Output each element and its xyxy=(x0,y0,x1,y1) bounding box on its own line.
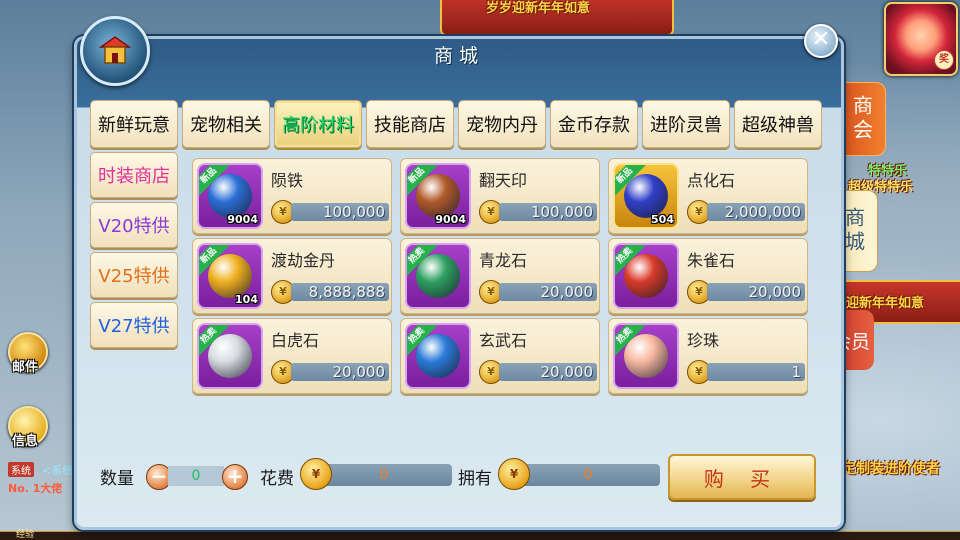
item-price: 100,000 xyxy=(530,203,593,221)
quantity-input[interactable]: 0 xyxy=(168,466,224,486)
item-stock-count: 504 xyxy=(651,213,674,226)
side-shop-tab-3[interactable]: V25特供 xyxy=(90,252,178,298)
category-tab-2[interactable]: 宠物相关 xyxy=(182,100,270,148)
item-icon: 热卖 xyxy=(405,243,471,309)
ingot-owned-icon: ¥ xyxy=(498,458,530,490)
item-price: 1 xyxy=(791,363,801,381)
cost-value: 0 xyxy=(316,464,452,486)
item-icon: 新品 504 xyxy=(613,163,679,229)
category-tab-7[interactable]: 进阶灵兽 xyxy=(642,100,730,148)
item-icon: 热卖 xyxy=(197,323,263,389)
owned-label: 拥有 xyxy=(458,469,492,489)
item-gem-icon xyxy=(208,334,252,378)
item-price-bar: 20,000 xyxy=(499,363,597,381)
item-gem-icon xyxy=(624,174,668,218)
item-stock-count: 9004 xyxy=(435,213,466,226)
item-price-bar: 8,888,888 xyxy=(291,283,389,301)
mail-label: 邮件 xyxy=(12,360,39,375)
item-icon: 热卖 xyxy=(613,323,679,389)
quantity-label: 数量 xyxy=(100,469,134,489)
item-gem-icon xyxy=(208,174,252,218)
item-name: 青龙石 xyxy=(479,251,528,270)
shop-item-card[interactable]: 热卖 玄武石 ¥20,000 xyxy=(400,318,600,394)
item-price: 20,000 xyxy=(540,283,594,301)
item-price: 20,000 xyxy=(332,363,386,381)
item-icon: 新品 9004 xyxy=(197,163,263,229)
banner-top-text: 岁岁迎新年年如意 xyxy=(486,1,591,16)
side-shop-tab-4[interactable]: V27特供 xyxy=(90,302,178,348)
shop-logo-icon xyxy=(80,16,150,86)
item-name: 白虎石 xyxy=(271,331,320,350)
avatar-badge: 奖 xyxy=(934,50,954,70)
item-name: 翻天印 xyxy=(479,171,528,190)
item-name: 渡劫金丹 xyxy=(271,251,336,270)
shop-item-card[interactable]: 热卖 白虎石 ¥20,000 xyxy=(192,318,392,394)
chat-system-text: <系统 xyxy=(42,464,74,477)
category-tab-4[interactable]: 技能商店 xyxy=(366,100,454,148)
item-price: 100,000 xyxy=(322,203,385,221)
close-button[interactable]: ✕ xyxy=(804,24,838,58)
item-name: 玄武石 xyxy=(479,331,528,350)
owned-value: 0 xyxy=(516,464,660,486)
shop-item-card[interactable]: 热卖 青龙石 ¥20,000 xyxy=(400,238,600,314)
shop-item-card[interactable]: 热卖 珍珠 ¥1 xyxy=(608,318,808,394)
item-icon: 新品 9004 xyxy=(405,163,471,229)
shop-item-card[interactable]: 新品 9004 翻天印 ¥100,000 xyxy=(400,158,600,234)
item-name: 陨铁 xyxy=(271,171,304,190)
item-name: 点化石 xyxy=(687,171,736,190)
item-price-bar: 20,000 xyxy=(499,283,597,301)
item-gem-icon xyxy=(416,174,460,218)
shop-title: 商城 xyxy=(433,45,484,67)
category-tab-6[interactable]: 金币存款 xyxy=(550,100,638,148)
item-gem-icon xyxy=(624,334,668,378)
item-price: 2,000,000 xyxy=(724,203,801,221)
item-price-bar: 2,000,000 xyxy=(707,203,805,221)
item-icon: 热卖 xyxy=(405,323,471,389)
item-price-bar: 20,000 xyxy=(707,283,805,301)
item-icon: 新品 104 xyxy=(197,243,263,309)
category-tab-1[interactable]: 新鲜玩意 xyxy=(90,100,178,148)
side-shop-tab-2[interactable]: V20特供 xyxy=(90,202,178,248)
ingot-currency-icon: ¥ xyxy=(300,458,332,490)
item-icon: 热卖 xyxy=(613,243,679,309)
info-label: 信息 xyxy=(12,434,39,449)
item-price: 20,000 xyxy=(748,283,802,301)
category-tab-3[interactable]: 高阶材料 xyxy=(274,100,362,148)
item-price: 8,888,888 xyxy=(308,283,385,301)
item-price-bar: 100,000 xyxy=(291,203,389,221)
item-stock-count: 104 xyxy=(235,293,258,306)
chat-rank-text: No. 1大佬 xyxy=(8,482,63,495)
category-tab-5[interactable]: 宠物内丹 xyxy=(458,100,546,148)
shop-item-card[interactable]: 新品 9004 陨铁 ¥100,000 xyxy=(192,158,392,234)
shop-item-card[interactable]: 新品 104 渡劫金丹 ¥8,888,888 xyxy=(192,238,392,314)
shop-item-card[interactable]: 热卖 朱雀石 ¥20,000 xyxy=(608,238,808,314)
item-name: 朱雀石 xyxy=(687,251,736,270)
item-price: 20,000 xyxy=(540,363,594,381)
category-tab-8[interactable]: 超级神兽 xyxy=(734,100,822,148)
buy-button[interactable]: 购 买 xyxy=(668,454,816,500)
item-gem-icon xyxy=(208,254,252,298)
item-gem-icon xyxy=(416,254,460,298)
item-stock-count: 9004 xyxy=(227,213,258,226)
item-price-bar: 20,000 xyxy=(291,363,389,381)
chat-system-tag: 系统 xyxy=(8,462,34,477)
side-shop-tab-1[interactable]: 时装商店 xyxy=(90,152,178,198)
quantity-increase-button[interactable]: + xyxy=(222,464,248,490)
item-gem-icon xyxy=(416,334,460,378)
item-gem-icon xyxy=(624,254,668,298)
banner-right-text: 迎新年年如意 xyxy=(846,296,925,311)
enjoy-text: 特特乐 xyxy=(868,164,908,179)
item-price-bar: 100,000 xyxy=(499,203,597,221)
item-price-bar: 1 xyxy=(707,363,805,381)
side-tab-guild-shop[interactable]: 商会 xyxy=(838,82,886,156)
item-name: 珍珠 xyxy=(687,331,720,350)
exp-label: 经验 xyxy=(16,530,35,540)
shop-item-card[interactable]: 新品 504 点化石 ¥2,000,000 xyxy=(608,158,808,234)
cost-label: 花费 xyxy=(260,469,294,489)
custom-equip-npc-label[interactable]: 定制装进阶使者 xyxy=(842,458,940,478)
exp-bar xyxy=(0,531,960,540)
